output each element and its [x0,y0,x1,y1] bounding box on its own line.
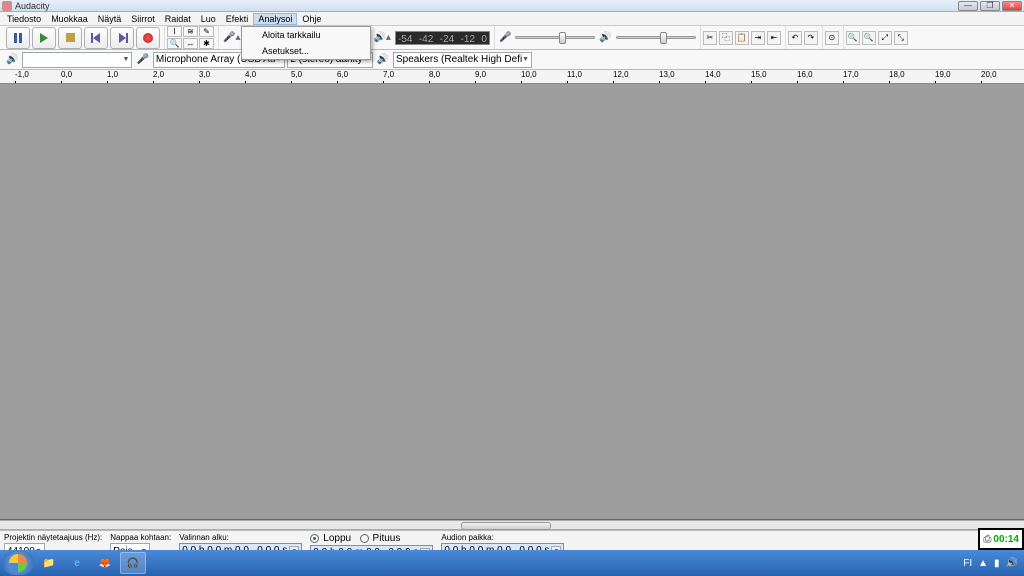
menu-siirrot[interactable]: Siirrot [126,14,160,24]
titlebar: Audacity — ❐ ✕ [0,0,1024,12]
timeline-ruler[interactable]: -1,00,01,02,03,04,05,06,07,08,09,010,011… [0,70,1024,84]
taskbar-firefox[interactable]: 🦊 [92,552,118,574]
skip-start-button[interactable] [84,27,108,49]
menu-raidat[interactable]: Raidat [160,14,196,24]
taskbar-ie[interactable]: e [64,552,90,574]
play-device-icon: 🔊 [375,54,391,65]
playback-meter[interactable]: -54-42-24-120 [395,31,490,45]
mic-icon: 🎤 [497,32,513,43]
cut-button[interactable]: ✂ [703,31,717,45]
audio-position-label: Audion paikka: [441,533,564,542]
menubar: Tiedosto Muokkaa Näytä Siirrot Raidat Lu… [0,12,1024,26]
maximize-button[interactable]: ❐ [980,1,1000,11]
menu-ohje[interactable]: Ohje [297,14,326,24]
windows-taskbar: 📁 e 🦊 🎧 FI ▲ ▮ 🔊 [0,550,1024,576]
multi-tool[interactable]: ✱ [199,38,214,49]
project-rate-label: Projektin näytetaajuus (Hz): [4,533,102,542]
snap-to-label: Nappaa kohtaan: [110,533,171,542]
redo-button[interactable]: ↷ [804,31,818,45]
end-radio[interactable] [310,534,319,543]
fit-project-button[interactable]: ⤡ [894,31,908,45]
zoom-tool[interactable]: 🔍 [167,38,182,49]
envelope-tool[interactable]: ≋ [183,26,198,37]
playback-device-combo[interactable]: Speakers (Realtek High Defi▼ [393,52,532,68]
play-meter-icon: 🔊▴ [371,32,392,43]
speaker-icon: 🔊 [597,32,613,43]
record-button[interactable] [136,27,160,49]
selection-start-label: Valinnan alku: [179,533,302,542]
analysoi-dropdown: Aloita tarkkailu Asetukset... [241,26,371,60]
tray-battery-icon[interactable]: ▮ [994,558,1000,569]
pause-button[interactable] [6,27,30,49]
fit-selection-button[interactable]: ⤢ [878,31,892,45]
zoom-in-button[interactable]: 🔍 [846,31,860,45]
audio-host-combo[interactable]: ▼ [22,52,132,68]
transport-toolbar: I ≋ ✎ 🔍 ↔ ✱ 🎤▴ Napsautus käynnistää seur… [0,26,1024,50]
menu-tiedosto[interactable]: Tiedosto [2,14,46,24]
taskbar-audacity[interactable]: 🎧 [120,552,146,574]
menu-luo[interactable]: Luo [196,14,221,24]
screen-timer: ⎙00:14 [978,528,1024,550]
recording-volume-slider[interactable] [515,31,595,45]
tools-grid: I ≋ ✎ 🔍 ↔ ✱ [167,26,214,49]
rec-meter-icon: 🎤▴ [221,32,242,43]
app-icon [2,1,12,11]
undo-button[interactable]: ↶ [788,31,802,45]
window-title: Audacity [15,1,958,11]
paste-button[interactable]: 📋 [735,31,749,45]
horizontal-scrollbar[interactable] [0,520,1024,530]
length-radio[interactable] [360,534,369,543]
close-button[interactable]: ✕ [1002,1,1022,11]
taskbar-explorer[interactable]: 📁 [36,552,62,574]
playback-volume-slider[interactable] [616,31,696,45]
system-tray: FI ▲ ▮ 🔊 [963,558,1022,569]
minimize-button[interactable]: — [958,1,978,11]
sync-lock-button[interactable]: ⊙ [825,31,839,45]
dropdown-aloita-tarkkailu[interactable]: Aloita tarkkailu [242,27,370,43]
timeshift-tool[interactable]: ↔ [183,38,198,49]
copy-button[interactable]: ⿻ [719,31,733,45]
menu-nayta[interactable]: Näytä [93,14,127,24]
draw-tool[interactable]: ✎ [199,26,214,37]
menu-analysoi[interactable]: Analysoi [253,13,297,25]
menu-efekti[interactable]: Efekti [221,14,254,24]
play-button[interactable] [32,27,56,49]
selection-tool[interactable]: I [167,26,182,37]
skip-end-button[interactable] [110,27,134,49]
tray-volume-icon[interactable]: 🔊 [1006,558,1018,569]
device-toolbar: 🔊 ▼ 🎤 Microphone Array (USB Au▼ 2 (stere… [0,50,1024,70]
start-button[interactable] [2,551,34,575]
menu-muokkaa[interactable]: Muokkaa [46,14,93,24]
zoom-out-button[interactable]: 🔍 [862,31,876,45]
dropdown-asetukset[interactable]: Asetukset... [242,43,370,59]
audio-host-icon: 🔊 [4,54,20,65]
tray-flag-icon[interactable]: ▲ [978,558,988,569]
stop-button[interactable] [58,27,82,49]
rec-device-icon: 🎤 [134,54,150,65]
tray-lang[interactable]: FI [963,558,972,569]
trim-button[interactable]: ⇥ [751,31,765,45]
tracks-area[interactable] [0,84,1024,520]
silence-button[interactable]: ⇤ [767,31,781,45]
